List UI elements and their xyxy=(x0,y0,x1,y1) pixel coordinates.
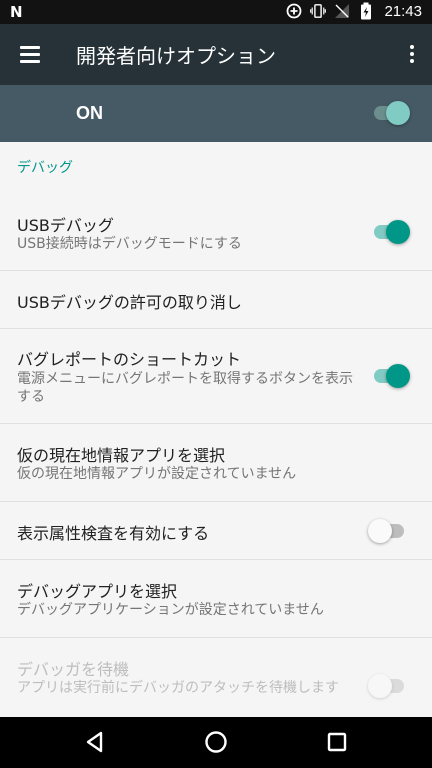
item-summary: 電源メニューにバグレポートを取得するボタンを表示する xyxy=(17,371,353,405)
list-item-revoke-usb-auth[interactable]: USBデバッグの許可の取り消し xyxy=(0,271,432,328)
data-saver-icon xyxy=(286,2,302,20)
item-summary: デバッグアプリケーションが設定されていません xyxy=(17,602,324,618)
battery-charging-icon xyxy=(358,2,374,20)
usb-debugging-switch[interactable] xyxy=(374,220,410,244)
recents-square-icon[interactable] xyxy=(324,729,350,755)
home-circle-icon[interactable] xyxy=(203,729,229,755)
item-summary: 仮の現在地情報アプリが設定されていません xyxy=(17,466,297,482)
app-toolbar: 開発者向けオプション xyxy=(0,24,432,85)
list-item-bug-report-shortcut[interactable]: バグレポートのショートカット 電源メニューにバグレポートを取得するボタンを表示す… xyxy=(0,329,432,423)
wait-for-debugger-switch xyxy=(368,674,406,698)
item-summary: アプリは実行前にデバッガのアタッチを待機します xyxy=(17,680,339,696)
system-nav-bar xyxy=(0,717,432,768)
item-title: USBデバッグの許可の取り消し xyxy=(17,293,242,312)
master-switch-bar[interactable]: ON xyxy=(0,85,432,142)
hamburger-menu-icon[interactable] xyxy=(18,42,42,66)
status-icons: 21:43 xyxy=(286,2,422,20)
list-item-mock-location-app[interactable]: 仮の現在地情報アプリを選択 仮の現在地情報アプリが設定されていません xyxy=(0,424,432,501)
item-summary: USB接続時はデバッグモードにする xyxy=(17,236,242,252)
list-item-usb-debugging[interactable]: USBデバッグ USB接続時はデバッグモードにする xyxy=(0,196,432,270)
vibrate-icon xyxy=(310,2,327,20)
item-title: デバッグアプリを選択 xyxy=(17,582,178,601)
section-header-debug: デバッグ xyxy=(17,160,73,176)
master-toggle-switch[interactable] xyxy=(374,101,410,125)
item-title: デバッガを待機 xyxy=(17,660,130,679)
list-item-view-attribute-inspection[interactable]: 表示属性検査を有効にする xyxy=(0,502,432,559)
clock-time: 21:43 xyxy=(384,2,422,20)
view-attribute-inspection-switch[interactable] xyxy=(368,519,406,543)
no-signal-icon xyxy=(334,2,350,20)
item-title: 表示属性検査を有効にする xyxy=(17,524,210,543)
back-triangle-icon[interactable] xyxy=(82,729,108,755)
item-title: 仮の現在地情報アプリを選択 xyxy=(17,446,226,465)
bug-report-shortcut-switch[interactable] xyxy=(374,364,410,388)
item-title: バグレポートのショートカット xyxy=(17,350,242,369)
status-bar: N 21:43 xyxy=(0,0,432,24)
list-item-wait-for-debugger: デバッガを待機 アプリは実行前にデバッガのアタッチを待機します xyxy=(0,638,432,717)
notification-n-icon: N xyxy=(10,3,23,21)
more-vert-icon[interactable] xyxy=(406,42,418,66)
page-title: 開発者向けオプション xyxy=(76,44,276,68)
list-item-select-debug-app[interactable]: デバッグアプリを選択 デバッグアプリケーションが設定されていません xyxy=(0,560,432,637)
master-switch-label: ON xyxy=(76,103,103,123)
item-title: USBデバッグ xyxy=(17,216,114,235)
